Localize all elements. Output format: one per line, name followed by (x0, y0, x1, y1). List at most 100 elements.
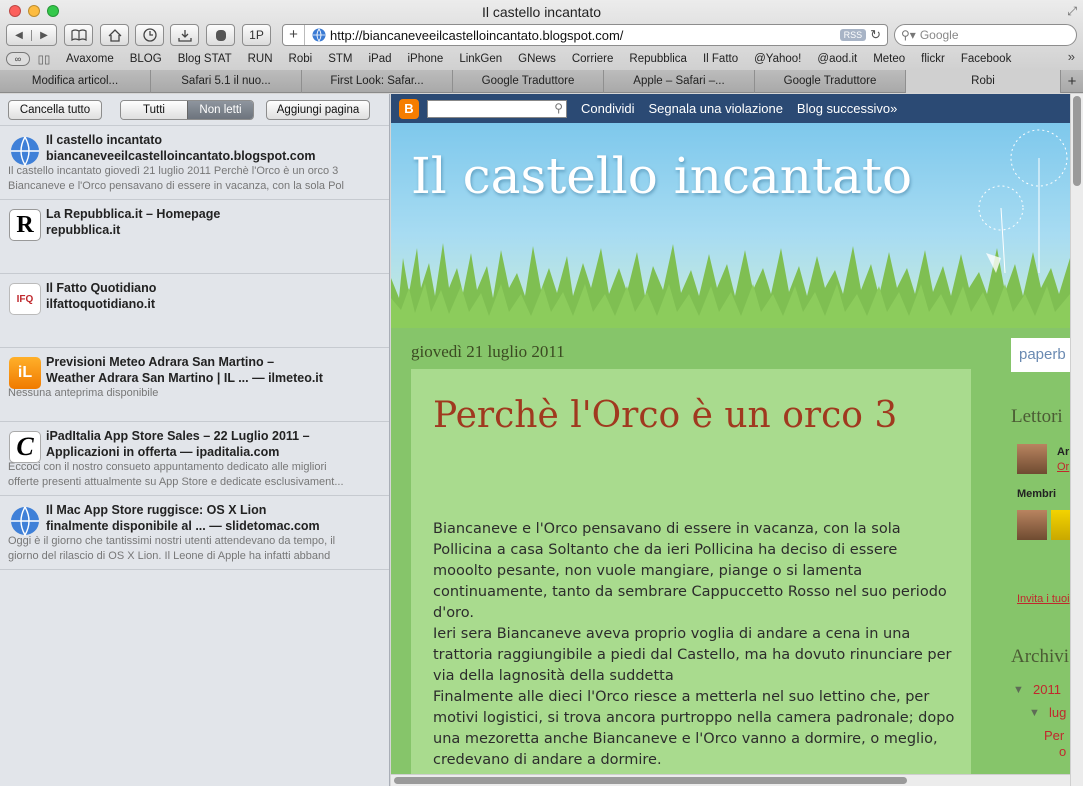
bookmark-item[interactable]: Facebook (953, 53, 1020, 65)
bookmark-item[interactable]: Repubblica (621, 53, 695, 65)
bookmark-item[interactable]: iPhone (400, 53, 452, 65)
top-sites-button[interactable]: 1P (242, 24, 271, 46)
extension-button[interactable] (206, 24, 235, 46)
search-icon: ⚲▾ (901, 28, 916, 42)
address-bar[interactable]: + http://biancaneveeilcastelloincantato.… (282, 24, 888, 46)
blog-sidebar: paperb Lettori Ar Or Membri Invita i tuo… (1011, 94, 1070, 774)
add-page-button[interactable]: Aggiungi pagina (266, 99, 370, 120)
reading-list-item[interactable]: R La Repubblica.it – Homepage repubblica… (0, 200, 389, 274)
reading-list-button[interactable] (64, 24, 93, 46)
tab[interactable]: Google Traduttore (755, 70, 906, 93)
bookmark-item[interactable]: @Yahoo! (746, 53, 809, 65)
clear-all-button[interactable]: Cancella tutto (8, 99, 102, 120)
tab[interactable]: Apple – Safari –... (604, 70, 755, 93)
blog-search-input[interactable]: ⚲ (427, 99, 567, 118)
bookmarks-book-icon[interactable]: ▯▯ (36, 52, 52, 66)
follower-name[interactable]: Ar (1057, 446, 1069, 458)
reading-list-item[interactable]: IFQ Il Fatto Quotidiano ilfattoquotidian… (0, 274, 389, 348)
bookmark-item[interactable]: @aod.it (809, 53, 865, 65)
post-paragraph: Biancaneve e l'Orco pensavano di essere … (433, 521, 947, 621)
vertical-scrollbar[interactable] (1070, 94, 1083, 786)
bookmark-item[interactable]: BLOG (122, 53, 170, 65)
bookmark-item[interactable]: Corriere (564, 53, 622, 65)
archive-year-link[interactable]: 2011 (1033, 682, 1061, 697)
forward-button[interactable]: ▶ (31, 29, 56, 41)
scroll-thumb[interactable] (394, 777, 907, 784)
tab[interactable]: Google Traduttore (453, 70, 604, 93)
search-icon: ⚲ (554, 100, 563, 115)
bookmark-item[interactable]: STM (320, 53, 360, 65)
bookmarks-bar: ∞ ▯▯ Avaxome BLOG Blog STAT RUN Robi STM… (0, 49, 1083, 69)
filter-all-button[interactable]: Tutti (121, 100, 187, 119)
item-preview: Oggi è il giorno che tantissimi nostri u… (8, 535, 336, 547)
archive-post-link[interactable]: Per (1044, 728, 1064, 743)
scroll-thumb[interactable] (1073, 96, 1081, 186)
web-content: B ⚲ Condividi Segnala una violazione Blo… (391, 94, 1070, 774)
report-abuse-link[interactable]: Segnala una violazione (648, 101, 782, 116)
tab-active[interactable]: Robi (906, 70, 1061, 93)
ilmeteo-icon: iL (9, 357, 41, 389)
new-tab-icon[interactable]: + (1061, 70, 1083, 92)
tab[interactable]: Safari 5.1 il nuo... (151, 70, 302, 93)
tab[interactable]: Modifica articol... (0, 70, 151, 93)
reading-list-item[interactable]: Il castello incantato biancaneveeilcaste… (0, 126, 389, 200)
blogger-logo-icon[interactable]: B (399, 98, 419, 119)
item-preview: Nessuna anteprima disponibile (8, 387, 159, 399)
horizontal-scrollbar[interactable] (391, 774, 1070, 786)
fullscreen-icon[interactable]: ⤢ (1067, 4, 1077, 19)
bookmark-item[interactable]: GNews (510, 53, 564, 65)
history-button[interactable] (135, 24, 164, 46)
reading-glasses-icon[interactable]: ∞ (6, 52, 30, 66)
invite-link[interactable]: Invita i tuoi (1017, 593, 1070, 605)
bookmark-item[interactable]: flickr (913, 53, 953, 65)
item-subtitle: ilfattoquotidiano.it (46, 297, 156, 311)
follower-link[interactable]: Or (1057, 461, 1069, 473)
item-title: La Repubblica.it – Homepage (46, 207, 221, 221)
member-avatar[interactable] (1051, 510, 1070, 540)
blog-title[interactable]: Il castello incantato (411, 147, 912, 205)
add-bookmark-icon[interactable]: + (283, 25, 305, 45)
collapse-arrow-icon[interactable]: ▼ (1013, 684, 1024, 696)
reload-icon[interactable]: ↻ (870, 27, 881, 43)
next-blog-link[interactable]: Blog successivo» (797, 101, 897, 116)
rss-button[interactable]: RSS (839, 29, 867, 41)
bookmark-item[interactable]: Il Fatto (695, 53, 746, 65)
more-bookmarks-icon[interactable]: » (1068, 49, 1075, 64)
archive-heading: Archivi (1011, 646, 1070, 667)
globe-icon (312, 28, 326, 42)
archive-post-link[interactable]: o (1059, 744, 1066, 759)
reading-list-item[interactable]: C iPadItalia App Store Sales – 22 Luglio… (0, 422, 389, 496)
post-body: Biancaneve e l'Orco pensavano di essere … (433, 519, 958, 771)
home-button[interactable] (100, 24, 129, 46)
globe-icon (11, 506, 39, 537)
bookmark-item[interactable]: RUN (240, 53, 281, 65)
hand-icon (215, 30, 226, 41)
reading-list-item[interactable]: iL Previsioni Meteo Adrara San Martino –… (0, 348, 389, 422)
collapse-arrow-icon[interactable]: ▼ (1029, 707, 1040, 719)
item-subtitle: Weather Adrara San Martino | IL ... — il… (46, 371, 323, 385)
reading-list-sidebar: Cancella tutto Tutti Non letti Aggiungi … (0, 94, 390, 786)
reading-list-item[interactable]: Il Mac App Store ruggisce: OS X Lion fin… (0, 496, 389, 570)
bookmark-item[interactable]: Blog STAT (170, 53, 240, 65)
bookmark-item[interactable]: Avaxome (58, 53, 122, 65)
top-sites-label: 1P (249, 28, 264, 42)
home-icon (108, 28, 121, 42)
downloads-button[interactable] (170, 24, 199, 46)
back-button[interactable]: ◀ (7, 30, 31, 41)
post-title[interactable]: Perchè l'Orco è un orco 3 (433, 387, 953, 445)
bookmark-item[interactable]: Meteo (865, 53, 913, 65)
bookmark-item[interactable]: Robi (281, 53, 321, 65)
bookmark-item[interactable]: LinkGen (451, 53, 510, 65)
paper-widget[interactable]: paperb (1011, 338, 1070, 372)
filter-segmented-control: Tutti Non letti (120, 99, 254, 120)
item-title: Il Fatto Quotidiano (46, 281, 157, 295)
search-field[interactable]: ⚲▾ Google (894, 24, 1077, 46)
archive-month-link[interactable]: lug (1049, 705, 1066, 720)
follower-avatar[interactable] (1017, 444, 1047, 474)
bookmark-item[interactable]: iPad (360, 53, 399, 65)
share-link[interactable]: Condividi (581, 101, 634, 116)
url-text: http://biancaneveeilcastelloincantato.bl… (330, 27, 624, 43)
filter-unread-button[interactable]: Non letti (187, 100, 253, 119)
tab[interactable]: First Look: Safar... (302, 70, 453, 93)
member-avatar[interactable] (1017, 510, 1047, 540)
